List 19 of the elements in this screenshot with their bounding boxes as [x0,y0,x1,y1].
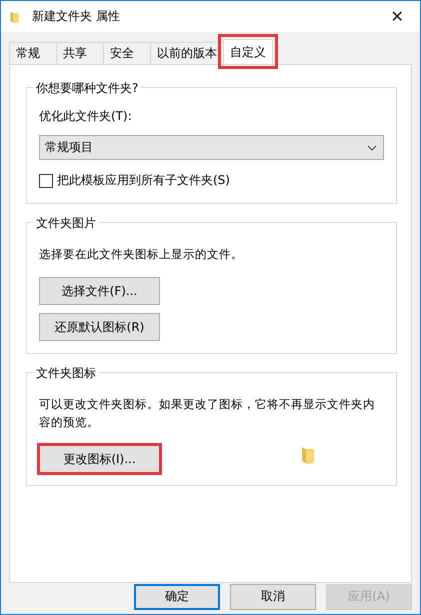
action-button[interactable]: 选择文件(F)... [39,277,160,305]
description-text: 可以更改文件夹图标。如果更改了图标，它将不再显示文件夹内容的预览。 [39,396,376,431]
field-label: 优化此文件夹(T): [39,108,133,125]
description-text: 选择要在此文件夹图标上显示的文件。 [39,246,244,263]
chevron-down-icon [367,144,377,150]
tab[interactable]: 常规 [9,42,57,64]
window-title: 新建文件夹 属性 [32,8,121,25]
checkbox-label: 把此模板应用到所有子文件夹(S) [57,172,230,189]
action-button[interactable]: 还原默认图标(R) [39,313,160,341]
group-title: 你想要哪种文件夹? [33,80,142,97]
dropdown-value: 常规项目 [45,139,93,156]
action-button[interactable]: 更改图标(I)... [37,443,162,475]
group-title: 文件夹图片 [33,215,99,232]
checkbox[interactable] [39,174,53,188]
folder-icon [9,10,20,24]
folder-type-dropdown[interactable]: 常规项目 [39,135,384,160]
group-title: 文件夹图标 [33,365,99,382]
dialog-button[interactable]: 确定 [134,584,220,610]
dialog-button[interactable]: 取消 [230,584,316,610]
